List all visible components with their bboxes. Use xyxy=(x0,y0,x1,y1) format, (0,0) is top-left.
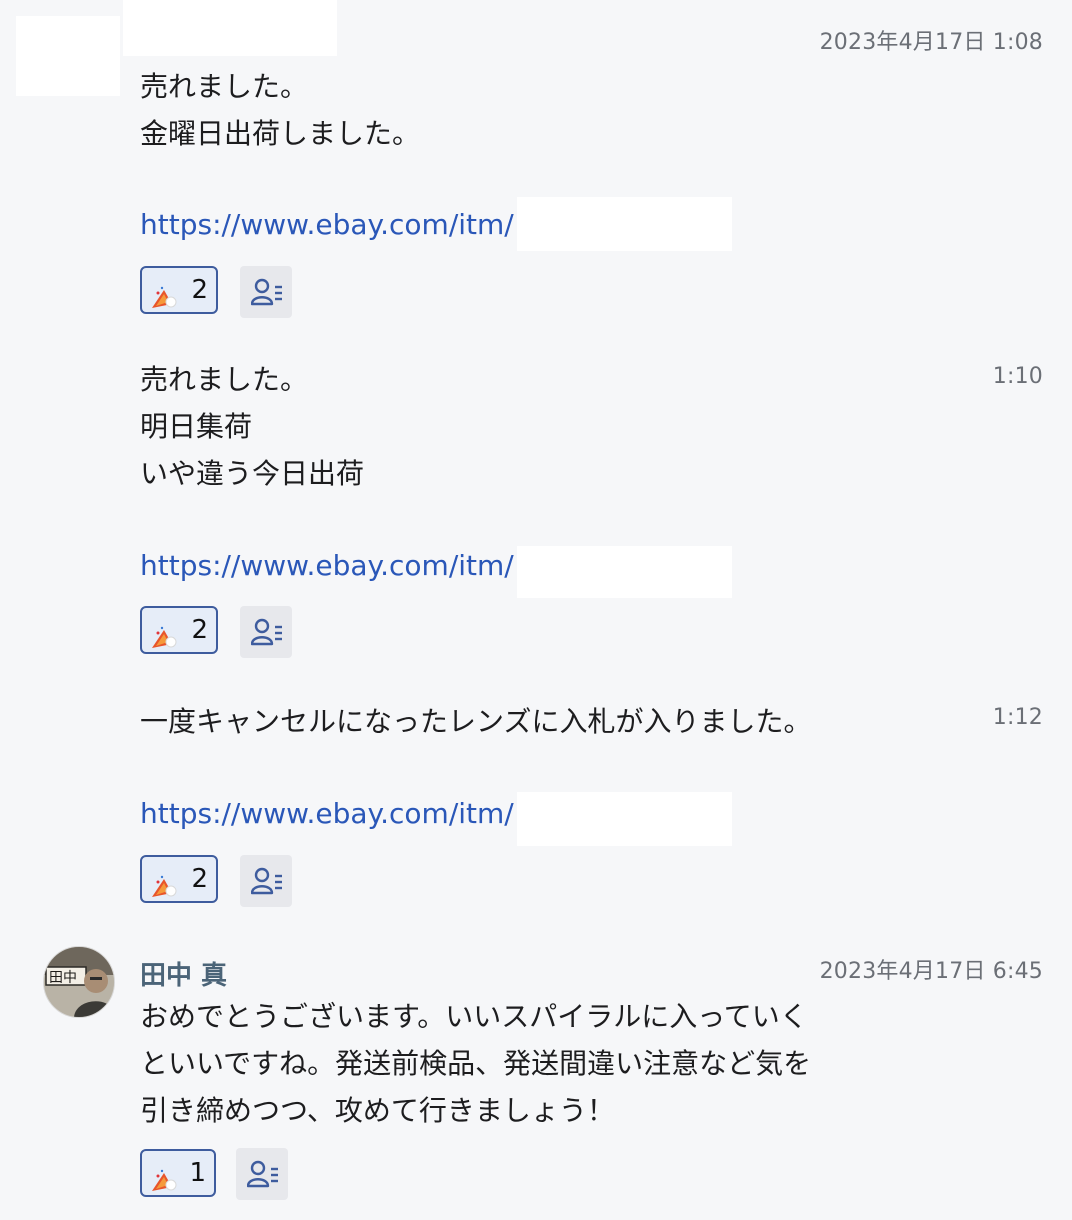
message-line: 明日集荷 xyxy=(140,410,253,443)
reaction-button[interactable]: 2 xyxy=(140,855,218,903)
message-text: 売れました。 金曜日出荷しました。 xyxy=(140,63,420,157)
message-text: 一度キャンセルになったレンズに入札が入りました。 xyxy=(140,698,811,745)
ebay-item-link[interactable]: https://www.ebay.com/itm/ xyxy=(140,205,514,245)
read-receipt-button[interactable] xyxy=(240,266,292,318)
party-popper-icon xyxy=(152,286,177,308)
redacted-sender-name xyxy=(123,0,337,56)
message-line: 売れました。 xyxy=(140,70,309,103)
message-line: おめでとうございます。いいスパイラルに入っていく xyxy=(140,1000,808,1033)
avatar[interactable]: 田中 xyxy=(43,946,115,1018)
message-line: 売れました。 xyxy=(140,363,309,396)
read-receipt-button[interactable] xyxy=(240,606,292,658)
redacted-link-id xyxy=(517,546,732,598)
ebay-item-link[interactable]: https://www.ebay.com/itm/ xyxy=(140,794,514,834)
read-receipt-button[interactable] xyxy=(236,1148,288,1200)
message-timestamp: 2023年4月17日 6:45 xyxy=(819,959,1043,984)
reaction-count: 2 xyxy=(191,615,208,645)
redacted-link-id xyxy=(517,792,732,846)
message-timestamp: 2023年4月17日 1:08 xyxy=(819,30,1043,55)
message-text: 売れました。 明日集荷 いや違う今日出荷 xyxy=(140,356,364,497)
redacted-avatar xyxy=(16,16,120,96)
read-receipt-users-icon xyxy=(251,867,282,895)
party-popper-icon xyxy=(152,626,177,648)
reaction-count: 1 xyxy=(189,1158,206,1188)
message-line: 金曜日出荷しました。 xyxy=(140,117,421,150)
message-line: 引き締めつつ、攻めて行きましょう！ xyxy=(140,1094,615,1127)
redacted-link-id xyxy=(517,197,732,251)
chat-thread: 2023年4月17日 1:08 売れました。 金曜日出荷しました。 https:… xyxy=(0,0,1072,1220)
message-line: 一度キャンセルになったレンズに入札が入りました。 xyxy=(140,705,812,738)
read-receipt-users-icon xyxy=(251,278,282,306)
reaction-button[interactable]: 2 xyxy=(140,606,218,654)
read-receipt-users-icon xyxy=(251,618,282,646)
message-line: といいですね。発送前検品、発送間違い注意など気を xyxy=(140,1047,812,1080)
party-popper-icon xyxy=(152,875,177,897)
message-line: いや違う今日出荷 xyxy=(140,457,365,490)
message-text: おめでとうございます。いいスパイラルに入っていく といいですね。発送前検品、発送… xyxy=(140,993,811,1134)
reaction-count: 2 xyxy=(191,275,208,305)
avatar-photo: 田中 xyxy=(44,947,114,1017)
read-receipt-users-icon xyxy=(247,1160,278,1188)
reaction-count: 2 xyxy=(191,864,208,894)
read-receipt-button[interactable] xyxy=(240,855,292,907)
ebay-item-link[interactable]: https://www.ebay.com/itm/ xyxy=(140,546,514,586)
sender-name[interactable]: 田中 真 xyxy=(140,955,227,992)
reaction-button[interactable]: 2 xyxy=(140,266,218,314)
avatar-label: 田中 xyxy=(49,970,77,986)
reaction-button[interactable]: 1 xyxy=(140,1149,216,1197)
party-popper-icon xyxy=(152,1169,177,1191)
message-timestamp: 1:10 xyxy=(992,364,1043,389)
message-timestamp: 1:12 xyxy=(992,705,1043,730)
